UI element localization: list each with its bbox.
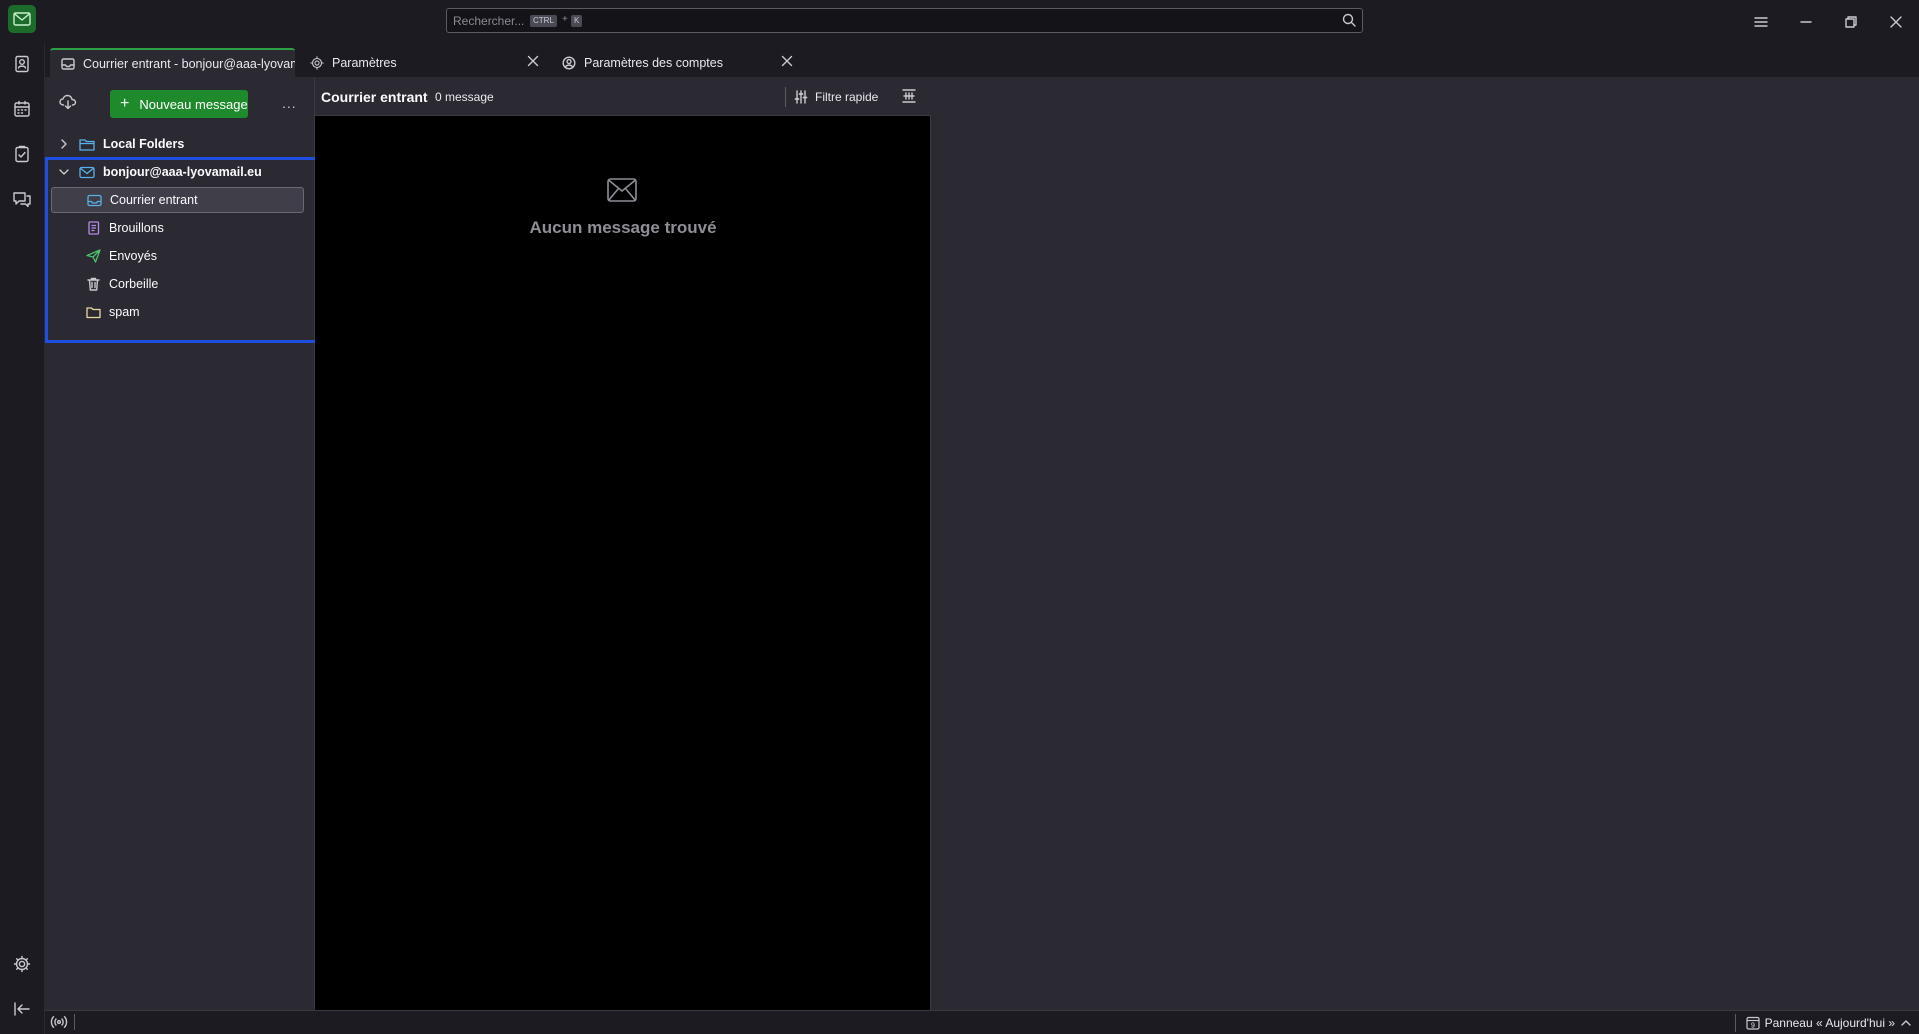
folder-label: Courrier entrant	[110, 193, 198, 207]
folder-row-drafts[interactable]: Brouillons	[51, 215, 304, 241]
new-message-button[interactable]: + Nouveau message	[110, 90, 248, 118]
global-search-box[interactable]: CTRL + K	[446, 8, 1363, 33]
calendar-day-icon: 9	[1745, 1016, 1760, 1030]
empty-state-text: Aucun message trouvé	[529, 218, 717, 237]
close-tab-icon[interactable]	[781, 55, 793, 67]
folder-label: spam	[109, 305, 140, 319]
online-status-icon[interactable]	[50, 1015, 68, 1029]
folder-icon	[86, 306, 101, 319]
message-pane	[931, 78, 1919, 1010]
local-folders-label: Local Folders	[103, 137, 185, 151]
account-settings-icon	[562, 56, 576, 70]
collapse-toolbar-icon[interactable]	[10, 997, 34, 1021]
sent-icon	[86, 249, 101, 263]
shortcut-plus: +	[562, 14, 568, 25]
chevron-up-icon	[1901, 1018, 1911, 1028]
envelope-icon	[607, 178, 637, 202]
folder-row-spam[interactable]: spam	[51, 299, 304, 325]
close-window-icon[interactable]	[1886, 12, 1906, 32]
drafts-icon	[86, 221, 101, 235]
filter-sliders-icon	[794, 90, 808, 104]
tasks-icon[interactable]	[10, 142, 34, 166]
tree-row-account[interactable]: bonjour@aaa-lyovamail.eu	[49, 159, 307, 185]
gear-icon	[310, 56, 324, 70]
account-label: bonjour@aaa-lyovamail.eu	[103, 165, 262, 179]
plus-icon: +	[120, 95, 130, 112]
thread-list: Aucun message trouvé	[315, 116, 931, 1010]
tab-inbox[interactable]: Courrier entrant - bonjour@aaa-lyovamail…	[50, 48, 295, 78]
tab-bar: Courrier entrant - bonjour@aaa-lyovamail…	[45, 43, 1919, 78]
folder-title: Courrier entrant	[321, 89, 428, 105]
folder-label: Envoyés	[109, 249, 157, 263]
tab-account-settings[interactable]: Paramètres des comptes	[551, 48, 801, 78]
tab-settings[interactable]: Paramètres	[299, 48, 547, 78]
thread-pane-header: Courrier entrant 0 message Filtre rapide	[315, 78, 931, 116]
today-pane-label: Panneau « Aujourd'hui »	[1764, 1016, 1895, 1030]
calendar-day-number: 9	[1751, 1023, 1755, 1030]
folder-row-sent[interactable]: Envoyés	[51, 243, 304, 269]
folder-label: Corbeille	[109, 277, 159, 291]
tab-label: Paramètres des comptes	[584, 56, 723, 70]
calendar-icon[interactable]	[10, 97, 34, 121]
close-tab-icon[interactable]	[527, 55, 539, 67]
restore-icon[interactable]	[1841, 12, 1861, 32]
folder-row-trash[interactable]: Corbeille	[51, 271, 304, 297]
more-options-button[interactable]: ...	[282, 95, 297, 111]
message-count: 0 message	[435, 90, 494, 104]
mail-app-logo-icon[interactable]	[8, 5, 36, 33]
spaces-toolbar	[0, 43, 45, 1034]
quick-filter-label: Filtre rapide	[815, 90, 879, 104]
tab-label: Courrier entrant - bonjour@aaa-lyovamail…	[83, 57, 295, 71]
folder-row-inbox[interactable]: Courrier entrant	[51, 187, 304, 213]
settings-gear-icon[interactable]	[10, 952, 34, 976]
chevron-right-icon[interactable]	[59, 139, 75, 149]
shortcut-mod-key: CTRL	[530, 15, 557, 27]
title-bar: CTRL + K	[0, 0, 1919, 43]
local-folders-icon	[79, 138, 95, 151]
app-menu-icon[interactable]	[1751, 12, 1771, 32]
chevron-down-icon[interactable]	[59, 167, 75, 177]
get-messages-icon[interactable]	[59, 94, 77, 110]
display-options-icon[interactable]	[901, 88, 917, 104]
folder-label: Brouillons	[109, 221, 164, 235]
trash-icon	[86, 277, 101, 291]
address-book-icon[interactable]	[10, 52, 34, 76]
status-separator	[74, 1014, 75, 1030]
status-bar: 9 Panneau « Aujourd'hui »	[45, 1010, 1919, 1034]
mail-account-icon	[79, 166, 95, 179]
tree-row-local-folders[interactable]: Local Folders	[49, 131, 307, 157]
inbox-icon	[87, 194, 102, 207]
tab-label: Paramètres	[332, 56, 397, 70]
inbox-icon	[61, 58, 75, 70]
today-pane-toggle[interactable]: 9 Panneau « Aujourd'hui »	[1734, 1014, 1911, 1032]
search-icon[interactable]	[1342, 13, 1356, 27]
folder-pane: + Nouveau message ... Local Folders bonj…	[45, 78, 315, 1010]
shortcut-key: K	[571, 15, 583, 27]
new-message-label: Nouveau message	[139, 96, 248, 112]
chat-icon[interactable]	[10, 187, 34, 211]
quick-filter-button[interactable]: Filtre rapide	[785, 87, 878, 107]
minimize-icon[interactable]	[1796, 12, 1816, 32]
